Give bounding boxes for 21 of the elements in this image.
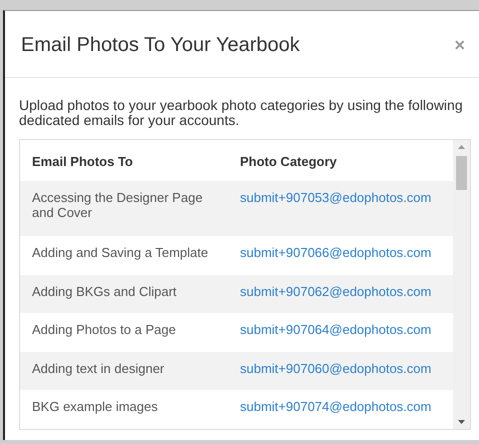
intro-text: Upload photos to your yearbook photo categories by using the following dedicated emails for your accounts. bbox=[19, 98, 464, 129]
column-header: Email Photos To bbox=[20, 140, 228, 182]
email-link[interactable]: submit+907074@edophotos.com bbox=[228, 390, 453, 429]
close-button[interactable]: × bbox=[454, 36, 465, 54]
category-cell: Adding text in designer bbox=[20, 352, 228, 390]
column-header: Photo Category bbox=[228, 140, 453, 182]
scroll-down-icon[interactable] bbox=[457, 418, 466, 425]
scroll-up-icon[interactable] bbox=[457, 144, 466, 150]
category-cell: Adding Photos to a Page bbox=[20, 313, 228, 352]
category-cell: BKG example images bbox=[20, 390, 228, 429]
category-cell: Accessing the Designer Page and Cover bbox=[20, 181, 228, 236]
email-link[interactable]: submit+907053@edophotos.com bbox=[228, 181, 453, 236]
email-link[interactable]: submit+907064@edophotos.com bbox=[228, 313, 453, 352]
email-link[interactable]: submit+907060@edophotos.com bbox=[228, 352, 453, 390]
scrollbar-thumb[interactable] bbox=[456, 156, 467, 190]
category-cell: Adding BKGs and Clipart bbox=[20, 274, 228, 314]
modal-title: Email Photos To Your Yearbook bbox=[21, 33, 300, 57]
scrollbar[interactable] bbox=[453, 140, 470, 429]
category-cell: Adding and Saving a Template bbox=[20, 236, 228, 275]
email-link[interactable]: submit+907062@edophotos.com bbox=[228, 274, 453, 314]
email-link[interactable]: submit+907066@edophotos.com bbox=[228, 236, 453, 275]
